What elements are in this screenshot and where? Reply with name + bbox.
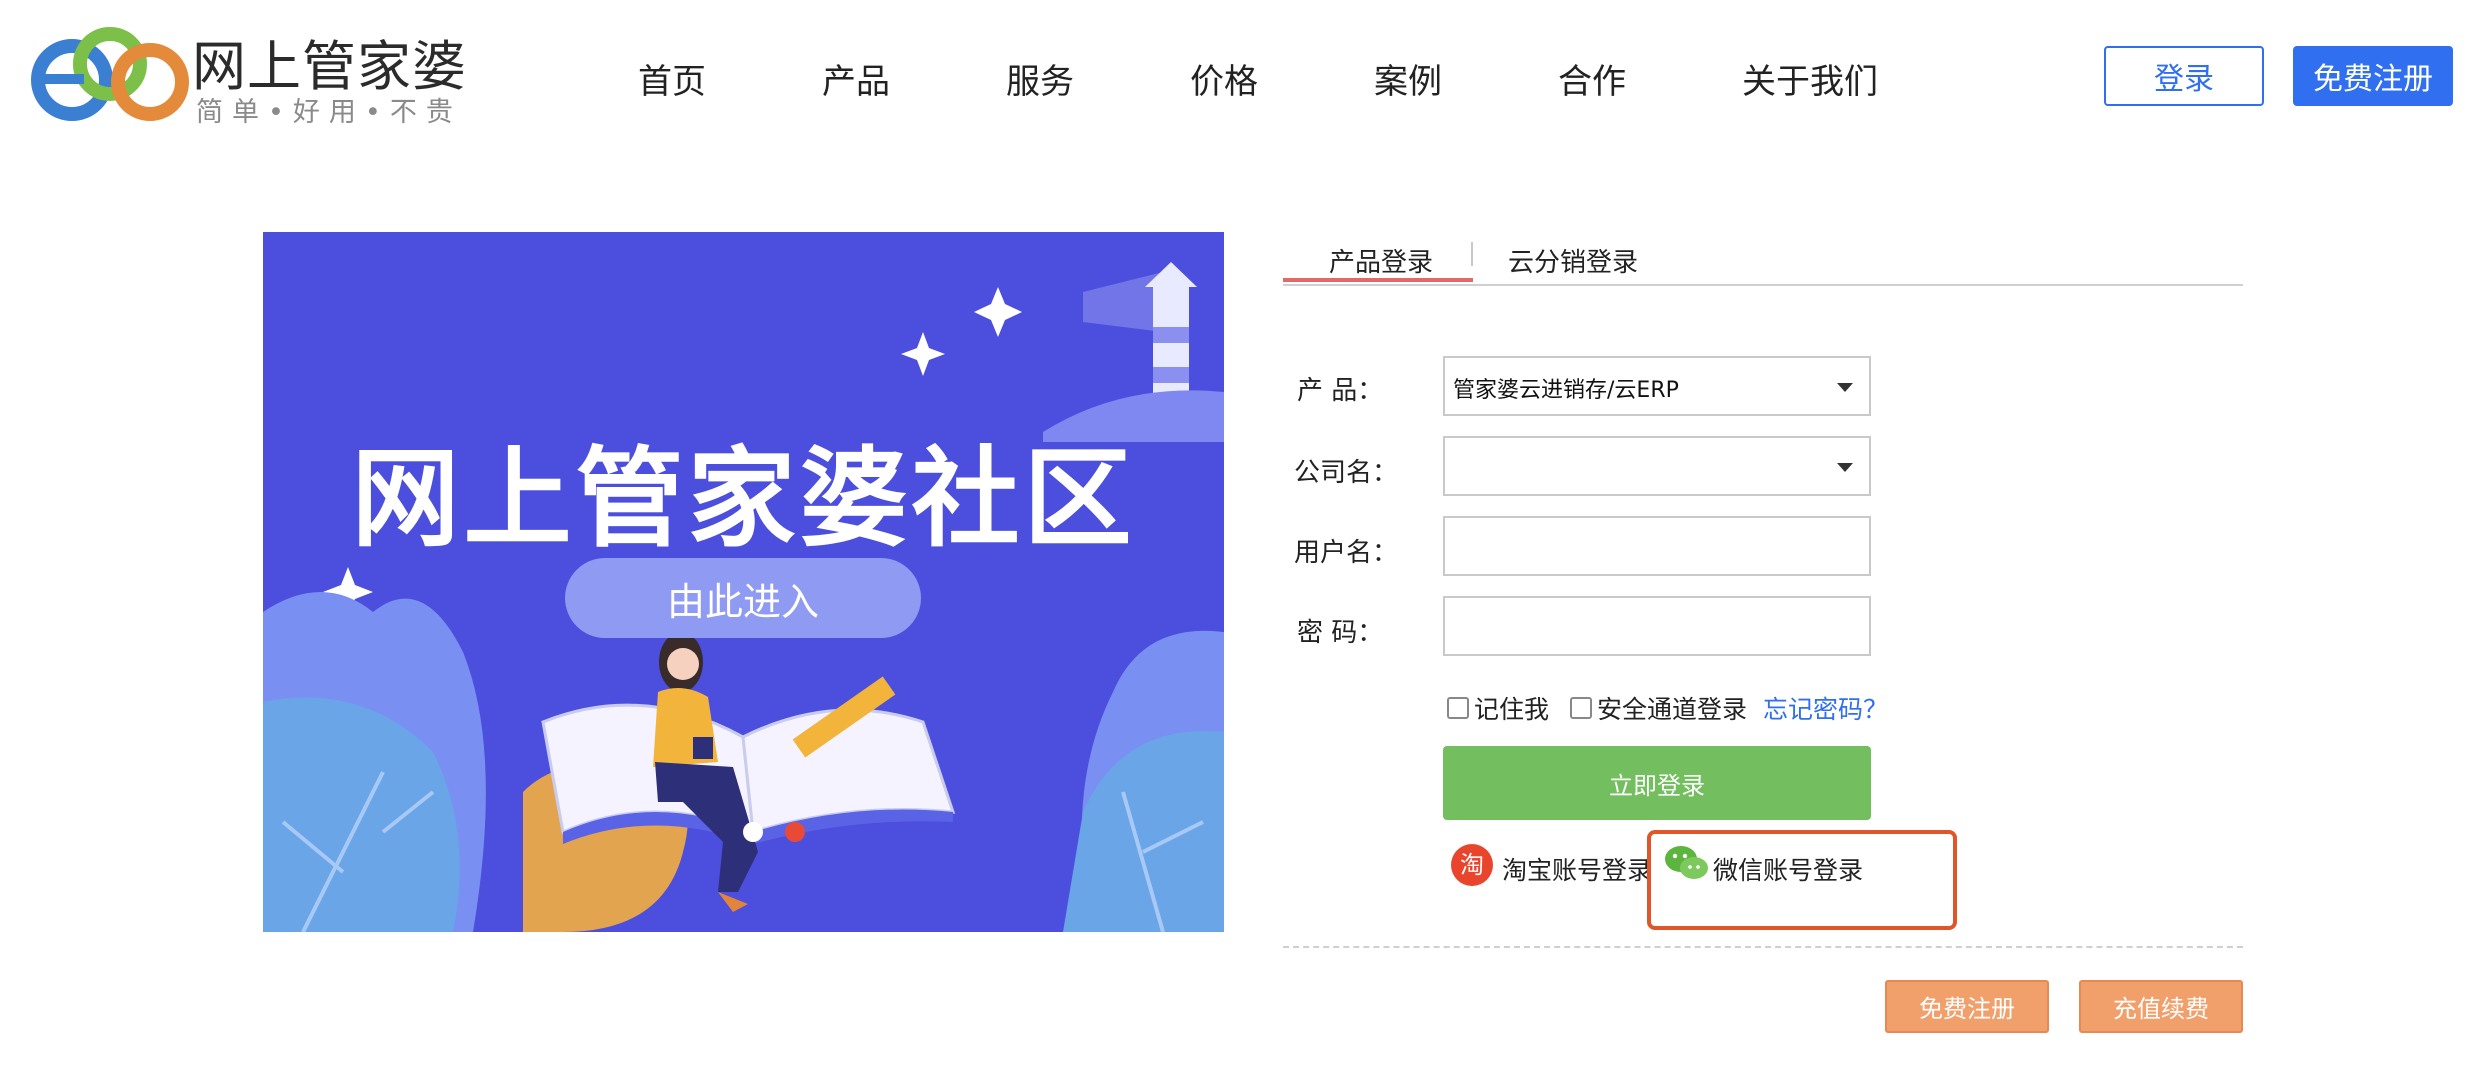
forgot-password-link[interactable]: 忘记密码？ bbox=[1763, 690, 1888, 726]
carousel-dot-2[interactable] bbox=[785, 822, 805, 842]
secure-channel-checkbox[interactable] bbox=[1570, 697, 1592, 719]
recharge-renew-button[interactable]: 充值续费 bbox=[2079, 980, 2243, 1033]
community-banner[interactable]: 网上管家婆社区 由此进入 bbox=[263, 232, 1224, 932]
header-register-button[interactable]: 免费注册 bbox=[2293, 46, 2453, 106]
secure-channel-label[interactable]: 安全通道登录 bbox=[1597, 690, 1747, 726]
username-label: 用户名： bbox=[1294, 538, 1399, 568]
carousel-dot-1[interactable] bbox=[743, 822, 763, 842]
tab-product-login[interactable]: 产品登录 bbox=[1329, 242, 1433, 279]
product-label: 产 品： bbox=[1297, 376, 1384, 406]
site-logo[interactable]: 网上管家婆 简单•好用•不贵 bbox=[30, 18, 466, 128]
nav-item-pricing[interactable]: 价格 bbox=[1190, 54, 1258, 103]
banner-title: 网上管家婆社区 bbox=[351, 437, 1136, 562]
password-field[interactable] bbox=[1443, 596, 1871, 656]
nav-item-products[interactable]: 产品 bbox=[822, 54, 890, 103]
taobao-icon-text: 淘 bbox=[1460, 851, 1484, 879]
tab-separator bbox=[1471, 242, 1473, 266]
password-label: 密 码： bbox=[1297, 618, 1384, 648]
header-login-button[interactable]: 登录 bbox=[2104, 46, 2264, 106]
product-select-value: 管家婆云进销存/云ERP bbox=[1453, 378, 1679, 403]
taobao-icon: 淘 bbox=[1451, 844, 1493, 886]
username-field[interactable] bbox=[1443, 516, 1871, 576]
login-tabs: 产品登录 云分销登录 bbox=[1283, 232, 2243, 286]
nav-item-cases[interactable]: 案例 bbox=[1374, 54, 1442, 103]
dashed-divider bbox=[1283, 946, 2243, 948]
wechat-highlight-box bbox=[1647, 830, 1957, 930]
taobao-login-link[interactable]: 淘 淘宝账号登录 bbox=[1450, 843, 1653, 889]
logo-mark-icon bbox=[31, 27, 189, 121]
remember-me-checkbox[interactable] bbox=[1447, 697, 1469, 719]
carousel-dots bbox=[743, 822, 805, 846]
nav-item-home[interactable]: 首页 bbox=[638, 54, 706, 103]
free-register-button[interactable]: 免费注册 bbox=[1885, 980, 2049, 1033]
login-submit-button[interactable]: 立即登录 bbox=[1443, 746, 1871, 820]
remember-me-label[interactable]: 记住我 bbox=[1474, 690, 1549, 726]
logo-slogan: 简单•好用•不贵 bbox=[196, 97, 462, 128]
company-select[interactable] bbox=[1443, 436, 1871, 496]
nav-item-about[interactable]: 关于我们 bbox=[1742, 54, 1878, 103]
active-tab-indicator bbox=[1283, 278, 1473, 282]
chevron-down-icon bbox=[1837, 383, 1853, 392]
banner-enter-button[interactable]: 由此进入 bbox=[565, 558, 921, 638]
taobao-login-label: 淘宝账号登录 bbox=[1502, 856, 1653, 885]
nav-item-services[interactable]: 服务 bbox=[1006, 54, 1074, 103]
username-input[interactable] bbox=[1445, 518, 1869, 574]
product-select[interactable]: 管家婆云进销存/云ERP bbox=[1443, 356, 1871, 416]
tab-cloud-distribution-login[interactable]: 云分销登录 bbox=[1508, 242, 1638, 279]
chevron-down-icon bbox=[1837, 463, 1853, 472]
company-label: 公司名： bbox=[1294, 458, 1399, 488]
nav-item-partners[interactable]: 合作 bbox=[1558, 54, 1626, 103]
main-nav: 首页 产品 服务 价格 案例 合作 关于我们 bbox=[600, 40, 1920, 110]
password-input[interactable] bbox=[1445, 598, 1869, 654]
